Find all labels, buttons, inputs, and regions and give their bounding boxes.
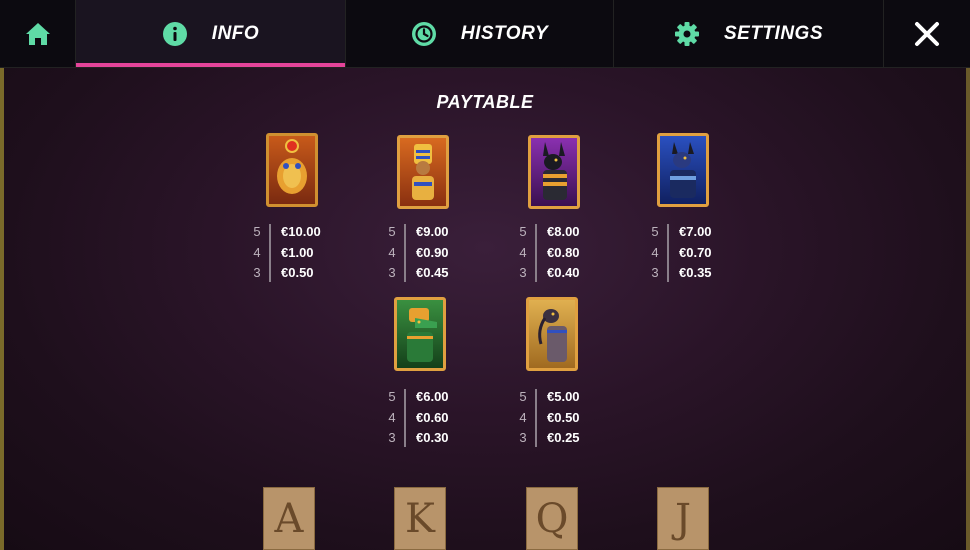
home-button[interactable] — [0, 0, 76, 67]
tab-settings-label: SETTINGS — [723, 22, 823, 44]
symbol-sobek-green — [394, 297, 446, 371]
payout-count: 5 — [388, 224, 396, 239]
close-icon — [915, 21, 939, 46]
anubis-purple-art — [543, 142, 567, 200]
payout-count: 4 — [388, 245, 396, 260]
payout-count: 3 — [519, 265, 527, 280]
symbol-golden-scarab — [266, 133, 318, 207]
payout-count: 3 — [651, 265, 659, 280]
payout-value: €0.80 — [547, 245, 580, 260]
thoth-art — [538, 309, 567, 362]
anubis-blue-art — [670, 142, 696, 198]
payout-value: €10.00 — [281, 224, 321, 239]
payout-value: €0.35 — [679, 265, 712, 280]
payout-value: €0.90 — [416, 245, 449, 260]
payout-count: 5 — [519, 389, 527, 404]
payout-value: €5.00 — [547, 389, 580, 404]
gear-icon — [674, 21, 699, 46]
payout-count: 3 — [519, 430, 527, 445]
payout-table-anubis-blue: 5 €7.00 4 €0.70 3 €0.35 — [650, 222, 740, 286]
payout-value: €6.00 — [416, 389, 449, 404]
payout-count: 3 — [388, 265, 396, 280]
symbol-pharaoh — [397, 135, 449, 209]
home-icon — [25, 22, 50, 45]
tab-history-label: HISTORY — [460, 22, 549, 44]
payout-value: €7.00 — [679, 224, 712, 239]
symbol-card-k: K — [394, 487, 446, 550]
paytable-title: PAYTABLE — [436, 92, 534, 112]
payout-value: €0.45 — [416, 265, 449, 280]
payout-value: €0.50 — [281, 265, 314, 280]
payout-value: €0.40 — [547, 265, 580, 280]
payout-table-sobek-green: 5 €6.00 4 €0.60 3 €0.30 — [387, 387, 477, 451]
payout-value: €0.50 — [547, 410, 580, 425]
payout-count: 5 — [253, 224, 261, 239]
payout-value: €9.00 — [416, 224, 449, 239]
history-icon — [411, 21, 436, 46]
payout-count: 3 — [253, 265, 261, 280]
symbol-card-j: J — [657, 487, 709, 550]
close-button[interactable] — [884, 0, 970, 67]
tab-info-label: INFO — [211, 22, 260, 44]
left-edge-decoration — [0, 0, 4, 550]
symbol-thoth-ibis — [526, 297, 578, 371]
pharaoh-art — [412, 144, 434, 200]
symbol-anubis-purple — [528, 135, 580, 209]
payout-count: 5 — [388, 389, 396, 404]
payout-value: €8.00 — [547, 224, 580, 239]
info-icon — [162, 21, 187, 46]
scarab-art — [277, 139, 307, 194]
payout-count: 4 — [519, 245, 527, 260]
payout-value: €0.30 — [416, 430, 449, 445]
payout-value: €0.70 — [679, 245, 712, 260]
payout-value: €0.25 — [547, 430, 580, 445]
payout-table-pharaoh: 5 €9.00 4 €0.90 3 €0.45 — [387, 222, 477, 286]
payout-count: 4 — [388, 410, 396, 425]
payout-count: 4 — [253, 245, 261, 260]
right-edge-decoration — [966, 0, 970, 550]
symbol-card-a: A — [263, 487, 315, 550]
payout-table-thoth-ibis: 5 €5.00 4 €0.50 3 €0.25 — [518, 387, 608, 451]
symbol-card-q: Q — [526, 487, 578, 550]
top-nav-bar: INFO HISTORY SETTINGS — [0, 0, 970, 68]
payout-count: 5 — [651, 224, 659, 239]
payout-count: 4 — [519, 410, 527, 425]
tab-settings[interactable]: SETTINGS — [614, 0, 884, 67]
payout-table-golden-scarab: 5 €10.00 4 €1.00 3 €0.50 — [252, 222, 342, 286]
sobek-art — [407, 308, 437, 362]
tab-history[interactable]: HISTORY — [346, 0, 614, 67]
tab-info[interactable]: INFO — [76, 0, 346, 67]
payout-table-anubis-purple: 5 €8.00 4 €0.80 3 €0.40 — [518, 222, 608, 286]
symbol-anubis-blue — [657, 133, 709, 207]
payout-count: 5 — [519, 224, 527, 239]
payout-value: €0.60 — [416, 410, 449, 425]
payout-value: €1.00 — [281, 245, 314, 260]
payout-count: 3 — [388, 430, 396, 445]
payout-count: 4 — [651, 245, 659, 260]
